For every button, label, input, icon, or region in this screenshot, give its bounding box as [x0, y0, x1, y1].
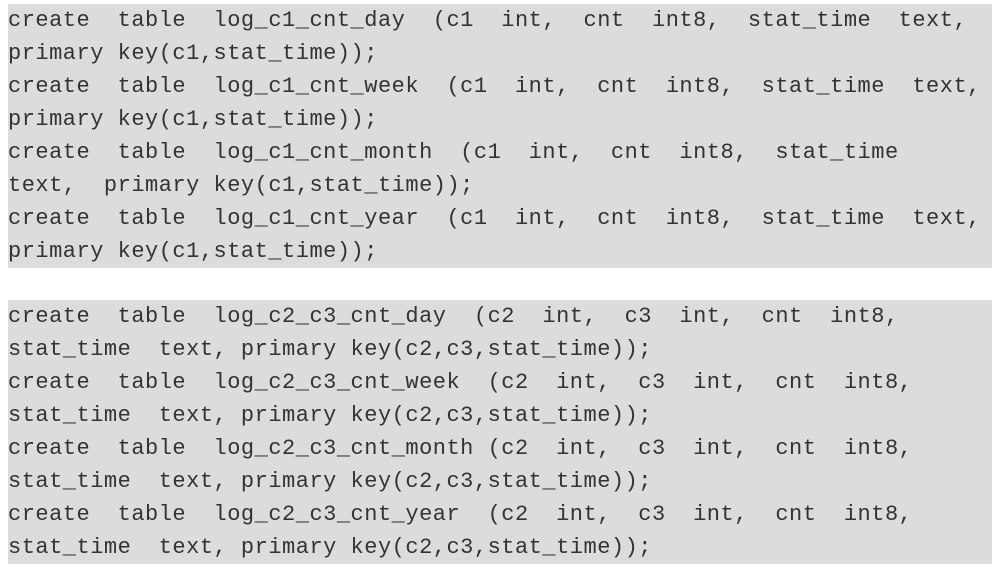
- sql-statement: create table log_c2_c3_cnt_year (c2 int,…: [8, 498, 992, 564]
- sql-block-2: create table log_c2_c3_cnt_day (c2 int, …: [8, 300, 992, 564]
- sql-statement: create table log_c1_cnt_month (c1 int, c…: [8, 136, 992, 202]
- sql-statement: create table log_c2_c3_cnt_week (c2 int,…: [8, 366, 992, 432]
- sql-statement: create table log_c2_c3_cnt_month (c2 int…: [8, 432, 992, 498]
- sql-statement: create table log_c1_cnt_week (c1 int, cn…: [8, 70, 992, 136]
- sql-statement: create table log_c1_cnt_day (c1 int, cnt…: [8, 4, 992, 70]
- sql-statement: create table log_c2_c3_cnt_day (c2 int, …: [8, 300, 992, 366]
- sql-statement: create table log_c1_cnt_year (c1 int, cn…: [8, 202, 992, 268]
- sql-block-1: create table log_c1_cnt_day (c1 int, cnt…: [8, 4, 992, 268]
